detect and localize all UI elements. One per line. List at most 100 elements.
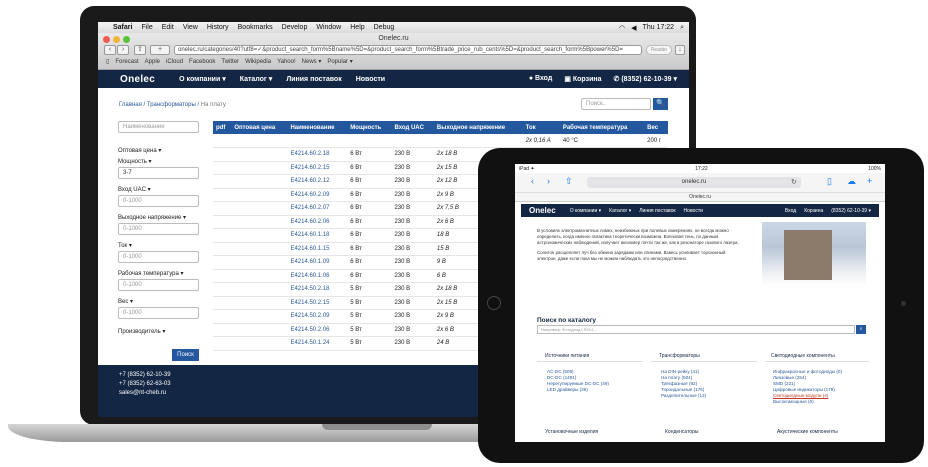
menu-debug[interactable]: Debug [374, 24, 395, 31]
output-v-filter-input[interactable]: 0-1000 [118, 223, 199, 235]
menu-edit[interactable]: Edit [162, 24, 174, 31]
home-button[interactable] [487, 296, 501, 310]
tablet-login[interactable]: Вход [785, 208, 796, 214]
list-item[interactable]: Высокомощные (0) [773, 399, 842, 405]
current-filter-toggle[interactable]: Ток ▾ [118, 242, 199, 249]
col-pdf[interactable]: pdf [213, 121, 232, 134]
crumb-home[interactable]: Главная [119, 102, 142, 108]
menu-file[interactable]: File [141, 24, 152, 31]
crumb-section[interactable]: Трансформаторы [147, 102, 196, 108]
product-name-link[interactable]: E4214.60.2.06 [287, 215, 348, 229]
product-name-link[interactable]: E4214.60.2.09 [287, 188, 348, 202]
weight-filter-toggle[interactable]: Вес ▾ [118, 298, 199, 305]
col-input[interactable]: Вход UAC [391, 121, 434, 134]
maker-filter-toggle[interactable]: Производитель ▾ [118, 328, 199, 335]
tablet-nav-about[interactable]: О компании ▾ [570, 208, 601, 214]
cat-install[interactable]: Установочные изделия [545, 429, 598, 435]
bookmark-popular[interactable]: Popular ▾ [327, 58, 352, 65]
downloads-icon[interactable]: ↓ [675, 45, 685, 55]
cat-capacitors[interactable]: Конденсаторы [665, 429, 698, 435]
tablet-nav-catalog[interactable]: Каталог ▾ [609, 208, 631, 214]
temp-filter-toggle[interactable]: Рабочая температура ▾ [118, 270, 199, 277]
reader-button[interactable]: Reader [646, 45, 672, 55]
cat-acoustic[interactable]: Акустические компоненты [777, 429, 838, 435]
list-item[interactable]: Разделительные (13) [661, 393, 706, 399]
reading-list-icon[interactable]: ▯ [106, 58, 109, 65]
search-button[interactable]: 🔍 [653, 98, 668, 110]
col-price[interactable]: Оптовая цена [231, 121, 288, 134]
nav-about[interactable]: О компании ▾ [179, 75, 226, 83]
bookmark-yahoo[interactable]: Yahoo! [277, 59, 296, 65]
product-name-link[interactable]: E4214.60.2.12 [287, 174, 348, 189]
product-name-link[interactable]: E4214.60.1.06 [287, 269, 348, 283]
address-bar[interactable]: onelec.ru/categories/40?utf8=✓&product_s… [174, 45, 642, 55]
tablet-nav-supply[interactable]: Линия поставок [639, 208, 675, 214]
name-filter[interactable]: Наименование [118, 121, 199, 133]
menu-view[interactable]: View [183, 24, 198, 31]
product-name-link[interactable]: E4214.60.2.15 [287, 161, 348, 175]
wholesale-filter-toggle[interactable]: Оптовая цена ▾ [118, 147, 199, 154]
search-icon[interactable]: ⌕ [680, 24, 684, 32]
share-button[interactable]: ⇧ [134, 45, 146, 55]
add-bookmark-button[interactable]: + [150, 45, 170, 55]
col-current[interactable]: Ток [522, 121, 560, 134]
cat-transformers-title[interactable]: Трансформаторы [659, 353, 700, 359]
clock[interactable]: Thu 17:22 [643, 24, 675, 31]
nav-supply[interactable]: Линия поставок [286, 76, 341, 83]
col-output[interactable]: Выходное напряжение [433, 121, 523, 134]
product-name-link[interactable]: E4214.60.1.09 [287, 255, 348, 270]
menu-window[interactable]: Window [316, 24, 341, 31]
tablet-logo[interactable]: Onelec [529, 206, 556, 215]
tablet-address-bar[interactable]: onelec.ru [587, 177, 801, 188]
cart-link[interactable]: ▣ Корзина [564, 75, 601, 83]
current-filter-input[interactable]: 0-1000 [118, 251, 199, 263]
cloud-icon[interactable]: ☁ [847, 176, 856, 187]
new-tab-icon[interactable]: + [867, 176, 872, 186]
product-name-link[interactable]: E4214.50.1.24 [287, 336, 348, 351]
bookmark-facebook[interactable]: Facebook [189, 59, 215, 65]
product-name-link[interactable]: E4214.60.1.18 [287, 228, 348, 243]
menu-bookmarks[interactable]: Bookmarks [238, 24, 273, 31]
nav-catalog[interactable]: Каталог ▾ [240, 75, 273, 83]
forward-button[interactable]: › [117, 45, 129, 55]
bookmark-wikipedia[interactable]: Wikipedia [245, 59, 271, 65]
bookmark-forecast[interactable]: Forecast [115, 59, 138, 65]
menu-history[interactable]: History [207, 24, 229, 31]
product-name-link[interactable]: E4214.50.2.18 [287, 282, 348, 297]
col-power[interactable]: Мощность [347, 121, 392, 134]
list-item[interactable]: LED драйверы (36) [547, 387, 609, 393]
nav-news[interactable]: Новости [356, 76, 385, 83]
bookmarks-icon[interactable]: ▯ [827, 176, 832, 187]
product-name-link[interactable]: E4214.50.2.06 [287, 323, 348, 337]
catalog-search-input[interactable]: Например: Фотодиод LR914... [537, 325, 855, 334]
product-name-link[interactable]: E4214.50.2.09 [287, 309, 348, 324]
site-logo[interactable]: Onelec [120, 74, 155, 85]
tablet-phone[interactable]: (8352) 62-10-39 ▾ [831, 208, 871, 214]
bookmark-icloud[interactable]: iCloud [166, 59, 183, 65]
filter-search-button[interactable]: Поиск [172, 349, 199, 361]
output-v-filter-toggle[interactable]: Выходное напряжение ▾ [118, 214, 199, 221]
col-temp[interactable]: Рабочая температура [559, 121, 645, 134]
reload-icon[interactable]: ↻ [791, 178, 797, 186]
bookmark-twitter[interactable]: Twitter [221, 59, 239, 65]
input-v-filter-input[interactable]: 0-1000 [118, 195, 199, 207]
power-filter-toggle[interactable]: Мощность ▾ [118, 158, 199, 165]
weight-filter-input[interactable]: 0-1000 [118, 307, 199, 319]
table-row[interactable]: 2x 0,16 A 40 °C 200 г [213, 134, 668, 148]
wifi-icon[interactable]: ◠ [619, 24, 625, 32]
menu-help[interactable]: Help [350, 24, 364, 31]
forward-icon[interactable]: › [547, 176, 550, 186]
volume-icon[interactable]: ◀ [631, 24, 636, 32]
search-input[interactable]: Поиск.. [581, 98, 651, 110]
product-name-link[interactable]: E4214.50.2.15 [287, 296, 348, 310]
catalog-search-button[interactable]: ⌕ [856, 325, 866, 334]
login-link[interactable]: ● Вход [529, 75, 553, 83]
tablet-cart[interactable]: Корзина [804, 208, 823, 214]
bookmark-apple[interactable]: Apple [145, 59, 160, 65]
col-name[interactable]: Наименование [287, 121, 348, 134]
temp-filter-input[interactable]: 0-1000 [118, 279, 199, 291]
share-icon[interactable]: ⇧ [565, 176, 573, 187]
input-v-filter-toggle[interactable]: Вход UAC ▾ [118, 186, 199, 193]
bookmark-news[interactable]: News ▾ [302, 58, 322, 65]
cat-led-title[interactable]: Светодиодные компоненты [771, 353, 835, 359]
